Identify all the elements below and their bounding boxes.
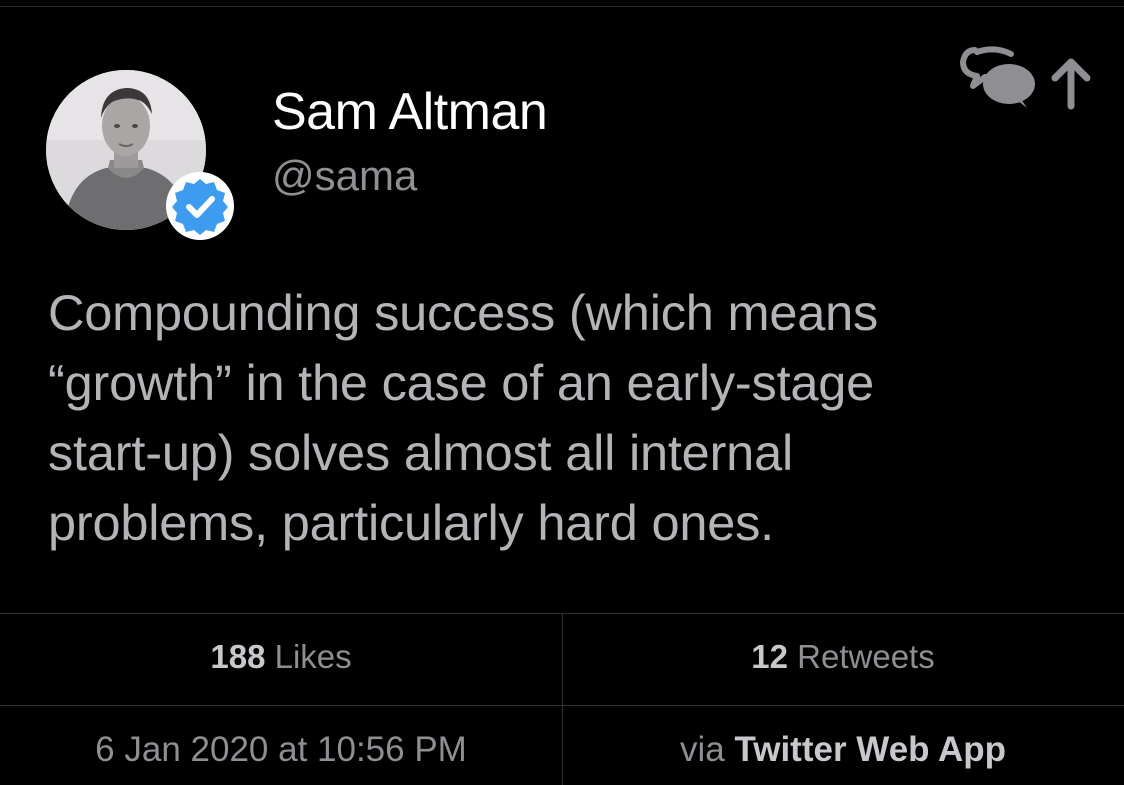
verified-badge-icon	[164, 170, 236, 242]
likes-label: Likes	[274, 638, 352, 675]
likes-count: 188	[210, 638, 266, 675]
tweet-timestamp: 6 Jan 2020 at 10:56 PM	[95, 730, 467, 769]
retweets-label: Retweets	[797, 638, 935, 675]
tweet-text-line: start-up) solves almost all internal	[48, 424, 793, 481]
likes-stat[interactable]: 188 Likes	[0, 638, 562, 676]
tweet-source[interactable]: via Twitter Web App	[562, 730, 1124, 770]
share-upload-icon	[960, 46, 1091, 110]
top-divider	[0, 6, 1124, 7]
user-handle[interactable]: @sama	[272, 152, 417, 200]
tweet-text-line: “growth” in the case of an early-stage	[48, 354, 875, 411]
display-name[interactable]: Sam Altman	[272, 82, 548, 142]
tweet-text-line: Compounding success (which means	[48, 284, 879, 341]
tweet-text: Compounding success (which means “growth…	[48, 278, 1088, 558]
share-button[interactable]	[955, 38, 1095, 114]
retweets-count: 12	[751, 638, 788, 675]
via-prefix: via	[679, 730, 725, 769]
source-app-name[interactable]: Twitter Web App	[734, 730, 1006, 769]
tweet-text-line: problems, particularly hard ones.	[48, 494, 774, 551]
retweets-stat[interactable]: 12 Retweets	[562, 638, 1124, 676]
